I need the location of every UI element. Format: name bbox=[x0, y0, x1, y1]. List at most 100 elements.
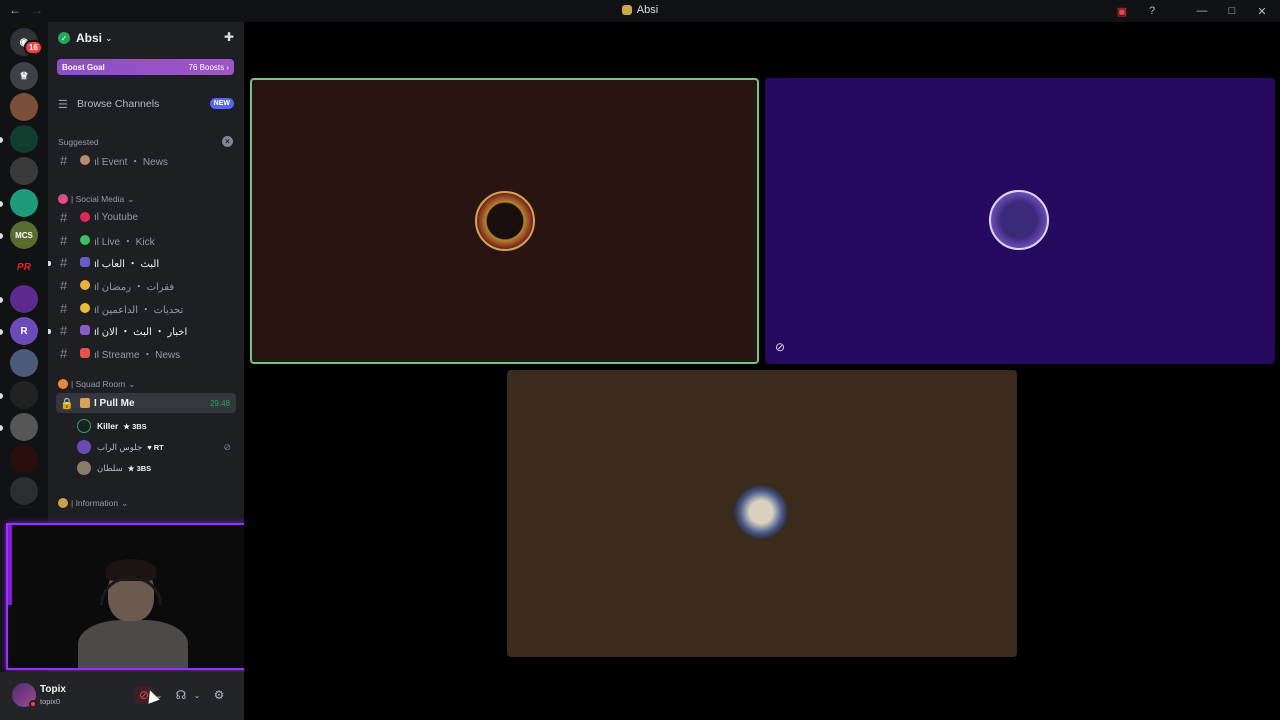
chevron-down-icon: ⌄ bbox=[128, 378, 136, 389]
notification-badge: 16 bbox=[24, 40, 43, 55]
channel-label: ıl Live ・ Kick bbox=[94, 236, 155, 248]
close-icon[interactable]: ✕ bbox=[1254, 3, 1270, 19]
server-icon bbox=[621, 5, 632, 15]
server-icon-3[interactable] bbox=[10, 125, 38, 153]
youtube-icon bbox=[80, 212, 90, 222]
chevron-down-icon: ⌄ bbox=[105, 32, 113, 43]
category-social-media[interactable]: | Social Media ⌄ bbox=[58, 192, 134, 206]
deafen-options-chevron-icon[interactable]: ⌄ bbox=[193, 686, 201, 704]
emoji-icon bbox=[80, 155, 90, 165]
unread-pip bbox=[0, 393, 3, 399]
webcam-overlay bbox=[6, 523, 268, 670]
server-icon-crown[interactable]: ♕ bbox=[10, 62, 38, 90]
category-label: | Social Media bbox=[71, 194, 125, 204]
minimize-icon[interactable]: — bbox=[1194, 3, 1210, 19]
channel-challenges[interactable]: # ıl تحديات ・ الداعمين bbox=[56, 298, 236, 318]
headphones-icon: ☊ bbox=[175, 688, 187, 702]
help-icon[interactable]: ? bbox=[1144, 3, 1160, 19]
list-icon: ☰ bbox=[58, 98, 68, 111]
unread-pip bbox=[48, 329, 51, 334]
channel-streamer-news[interactable]: # ıl Streame ・ News bbox=[56, 343, 236, 363]
channel-event-news[interactable]: # ıl Event ・ News bbox=[56, 150, 236, 170]
server-icon-13[interactable] bbox=[10, 445, 38, 473]
boost-count: 76 Boosts › bbox=[188, 62, 229, 72]
participant-avatar bbox=[475, 191, 535, 251]
voice-user[interactable]: سلطان ★ 3BS bbox=[77, 459, 235, 477]
hourglass-icon bbox=[80, 398, 90, 408]
category-label: | Squad Room bbox=[71, 379, 126, 389]
channel-label: ıl البث ・ العاب bbox=[94, 258, 160, 270]
boost-goal-bar[interactable]: Boost Goal 76 Boosts › bbox=[57, 59, 234, 75]
channel-youtube[interactable]: # ıl Youtube bbox=[56, 207, 236, 227]
voice-user[interactable]: جلوس الراب ♥ RT ⊘ bbox=[77, 438, 235, 456]
hash-icon: # bbox=[60, 300, 68, 316]
invite-people-icon[interactable]: ✚ bbox=[224, 30, 234, 44]
server-icon-8[interactable] bbox=[10, 285, 38, 313]
unread-pip bbox=[0, 233, 3, 239]
server-icon-4[interactable] bbox=[10, 157, 38, 185]
streamer-body bbox=[78, 620, 188, 668]
unread-pip bbox=[0, 201, 3, 207]
emoji-icon bbox=[58, 498, 68, 508]
channel-ramadan[interactable]: # ıl فقرات ・ رمضان bbox=[56, 275, 236, 295]
hash-icon: # bbox=[60, 345, 68, 361]
channel-now-live[interactable]: # ıl اخبار ・ البث ・ الان bbox=[56, 320, 236, 340]
server-icon-7[interactable]: PR bbox=[10, 253, 38, 281]
hash-icon: # bbox=[60, 152, 68, 168]
dismiss-suggested-icon[interactable]: × bbox=[222, 136, 233, 147]
category-suggested[interactable]: Suggested bbox=[58, 135, 99, 149]
channel-label: ıl Youtube bbox=[94, 211, 138, 223]
status-dnd-icon bbox=[29, 700, 37, 708]
face-icon bbox=[80, 303, 90, 313]
category-label: | Information bbox=[71, 498, 119, 508]
unread-pip bbox=[0, 137, 3, 143]
chevron-down-icon: ⌄ bbox=[121, 497, 129, 508]
unread-pip bbox=[0, 297, 3, 303]
person-icon bbox=[80, 325, 90, 335]
server-icon-14[interactable] bbox=[10, 477, 38, 505]
voice-tile[interactable]: ⊘ bbox=[765, 78, 1275, 364]
avatar bbox=[77, 419, 91, 433]
kick-icon bbox=[80, 235, 90, 245]
guild-header[interactable]: ✓ Absi ⌄ ✚ bbox=[48, 22, 244, 54]
gamepad-icon bbox=[80, 257, 90, 267]
channel-games[interactable]: # ıl البث ・ العاب bbox=[56, 252, 236, 272]
window-title-text: Absi bbox=[636, 4, 659, 16]
category-squad-room[interactable]: | Squad Room ⌄ bbox=[58, 377, 135, 391]
voice-user-name: Killer bbox=[97, 421, 119, 431]
participant-avatar bbox=[734, 485, 788, 539]
server-icon-11[interactable] bbox=[10, 381, 38, 409]
muted-mic-icon: ⊘ bbox=[223, 441, 231, 452]
voice-tile[interactable] bbox=[507, 370, 1017, 657]
channel-label: I Pull Me bbox=[94, 397, 135, 409]
server-icon-6[interactable]: MCS bbox=[10, 221, 38, 249]
crown-icon: ♕ bbox=[19, 70, 29, 82]
browse-channels[interactable]: ☰ Browse Channels NEW bbox=[58, 96, 234, 112]
server-icon-5[interactable] bbox=[10, 189, 38, 217]
boost-goal-label: Boost Goal bbox=[62, 62, 105, 72]
user-name[interactable]: Topix bbox=[40, 684, 66, 695]
window-title: Absi bbox=[0, 4, 1280, 16]
server-icon-10[interactable] bbox=[10, 349, 38, 377]
new-badge: NEW bbox=[209, 98, 234, 109]
channel-label: ıl فقرات ・ رمضان bbox=[94, 281, 175, 293]
channel-label: ıl اخبار ・ البث ・ الان bbox=[94, 326, 188, 338]
headphones-button[interactable]: ☊ bbox=[172, 686, 190, 704]
server-icon-2[interactable] bbox=[10, 93, 38, 121]
participant-avatar bbox=[989, 190, 1049, 250]
voice-tile-speaking[interactable] bbox=[250, 78, 759, 364]
server-icon-12[interactable] bbox=[10, 413, 38, 441]
voice-user[interactable]: Killer ★ 3BS bbox=[77, 417, 235, 435]
category-information[interactable]: | Information ⌄ bbox=[58, 496, 128, 510]
maximize-icon[interactable]: □ bbox=[1224, 3, 1240, 19]
screen-share-icon[interactable]: ▣ bbox=[1114, 3, 1130, 19]
muted-mic-icon: ⊘ bbox=[775, 340, 786, 354]
channel-live-kick[interactable]: # ıl Live ・ Kick bbox=[56, 230, 236, 250]
decor-bar bbox=[8, 525, 12, 605]
voice-channel-pull-me[interactable]: 🔒 I Pull Me 29:48 bbox=[56, 393, 236, 413]
server-icon-9[interactable]: R bbox=[10, 317, 38, 345]
user-settings-button[interactable]: ⚙ bbox=[210, 686, 228, 704]
category-label: Suggested bbox=[58, 137, 99, 147]
avatar bbox=[77, 461, 91, 475]
gear-icon: ⚙ bbox=[213, 688, 225, 702]
